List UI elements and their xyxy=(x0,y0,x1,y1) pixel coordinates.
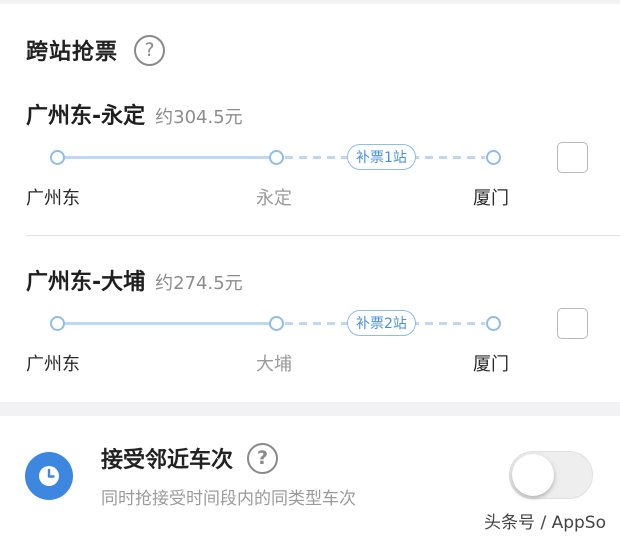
help-icon[interactable]: ? xyxy=(247,442,279,474)
cross-station-card: 跨站抢票 ? 广州东-永定 约304.5元 补票1站 广州东 永定 厦门 广州东… xyxy=(0,4,620,402)
station-node-start xyxy=(50,150,65,165)
route-price: 约274.5元 xyxy=(155,273,243,294)
clock-icon-glyph xyxy=(39,466,59,486)
track-solid-segment xyxy=(63,322,271,325)
station-label-start: 广州东 xyxy=(26,188,80,209)
route-name: 广州东-永定 xyxy=(26,104,146,129)
route-checkbox[interactable] xyxy=(557,142,588,173)
station-node-end xyxy=(486,150,501,165)
track-solid-segment xyxy=(63,156,271,159)
station-label-end: 厦门 xyxy=(473,188,509,209)
station-node-mid xyxy=(269,150,284,165)
station-node-start xyxy=(50,316,65,331)
station-label-mid: 大埔 xyxy=(256,354,292,375)
help-icon[interactable]: ? xyxy=(134,34,166,66)
station-node-mid xyxy=(269,316,284,331)
route-checkbox[interactable] xyxy=(557,308,588,339)
route-row: 广州东-大埔 约274.5元 补票2站 广州东 大埔 厦门 xyxy=(0,264,620,404)
nearby-trains-toggle[interactable] xyxy=(509,451,593,499)
nearby-trains-option: 接受邻近车次 ? 同时抢接受时间段内的同类型车次 头条号 / AppSo xyxy=(0,416,620,540)
route-row: 广州东-永定 约304.5元 补票1站 广州东 永定 厦门 xyxy=(0,98,620,238)
route-title: 广州东-大埔 约274.5元 xyxy=(26,264,243,296)
station-label-start: 广州东 xyxy=(26,354,80,375)
divider xyxy=(26,235,620,236)
extra-ticket-badge: 补票2站 xyxy=(347,310,416,336)
route-track: 补票1站 xyxy=(0,138,620,178)
route-name: 广州东-大埔 xyxy=(26,270,146,295)
watermark: 头条号 / AppSo xyxy=(484,513,606,533)
extra-ticket-badge: 补票1站 xyxy=(347,144,416,170)
route-title: 广州东-永定 约304.5元 xyxy=(26,98,243,130)
option-title: 接受邻近车次 xyxy=(101,448,234,473)
option-description: 同时抢接受时间段内的同类型车次 xyxy=(101,489,356,509)
clock-icon xyxy=(25,452,73,500)
station-label-end: 厦门 xyxy=(473,354,509,375)
section-header: 跨站抢票 ? xyxy=(26,30,166,70)
toggle-knob[interactable] xyxy=(512,454,554,496)
route-track: 补票2站 xyxy=(0,304,620,344)
station-node-end xyxy=(486,316,501,331)
route-price: 约304.5元 xyxy=(155,107,243,128)
section-title: 跨站抢票 xyxy=(26,40,119,65)
option-title-row: 接受邻近车次 ? xyxy=(101,442,279,474)
station-label-mid: 永定 xyxy=(256,188,292,209)
